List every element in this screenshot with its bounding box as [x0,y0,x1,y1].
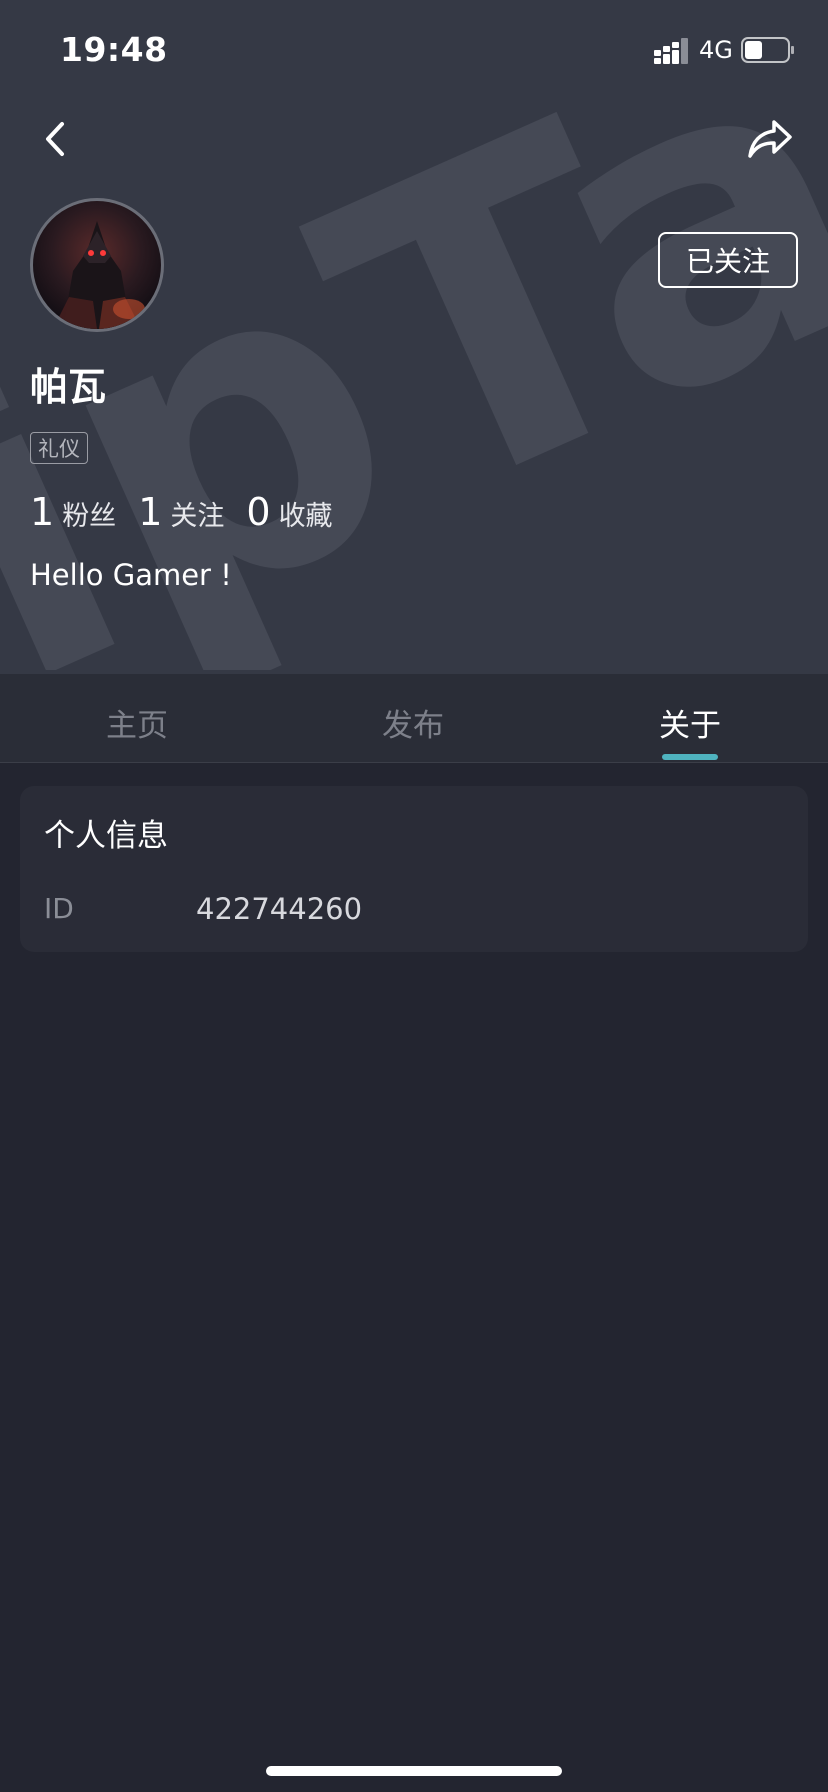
home-indicator[interactable] [266,1766,562,1776]
tab-home[interactable]: 主页 [77,700,197,745]
profile-stats: 1 粉丝 1 关注 0 收藏 [30,490,355,534]
avatar[interactable] [30,198,164,332]
back-chevron-icon[interactable] [36,114,76,164]
tab-about[interactable]: 关于 [630,700,750,745]
avatar-art-icon [53,221,145,329]
signal-icon [654,38,688,64]
id-value[interactable]: 422744260 [196,892,362,926]
profile-name: 帕瓦 [30,365,107,409]
favorites-label[interactable]: 收藏 [279,494,333,533]
following-label[interactable]: 关注 [170,494,224,533]
personal-info-card: 个人信息 ID 422744260 [20,786,808,952]
status-time: 19:48 [60,30,168,69]
tab-posts[interactable]: 发布 [353,700,473,745]
id-label: ID [44,892,74,925]
network-type: 4G [699,36,733,64]
share-icon[interactable] [746,116,794,162]
card-title: 个人信息 [44,818,168,854]
favorites-count[interactable]: 0 [246,490,270,534]
status-bar: 19:48 4G [0,0,828,100]
followers-label[interactable]: 粉丝 [62,494,116,533]
profile-bio: Hello Gamer ! [30,558,232,592]
profile-tabs: 主页 发布 关于 [0,674,828,763]
following-count[interactable]: 1 [138,490,162,534]
profile-header: ipTap 19:48 4G 已关注 帕瓦 礼仪 1 粉丝 1 关注 0 收藏 … [0,0,828,674]
following-button[interactable]: 已关注 [658,232,798,288]
active-tab-indicator [662,754,718,760]
followers-count[interactable]: 1 [30,490,54,534]
battery-icon [741,37,794,63]
user-tag-badge[interactable]: 礼仪 [30,432,88,464]
